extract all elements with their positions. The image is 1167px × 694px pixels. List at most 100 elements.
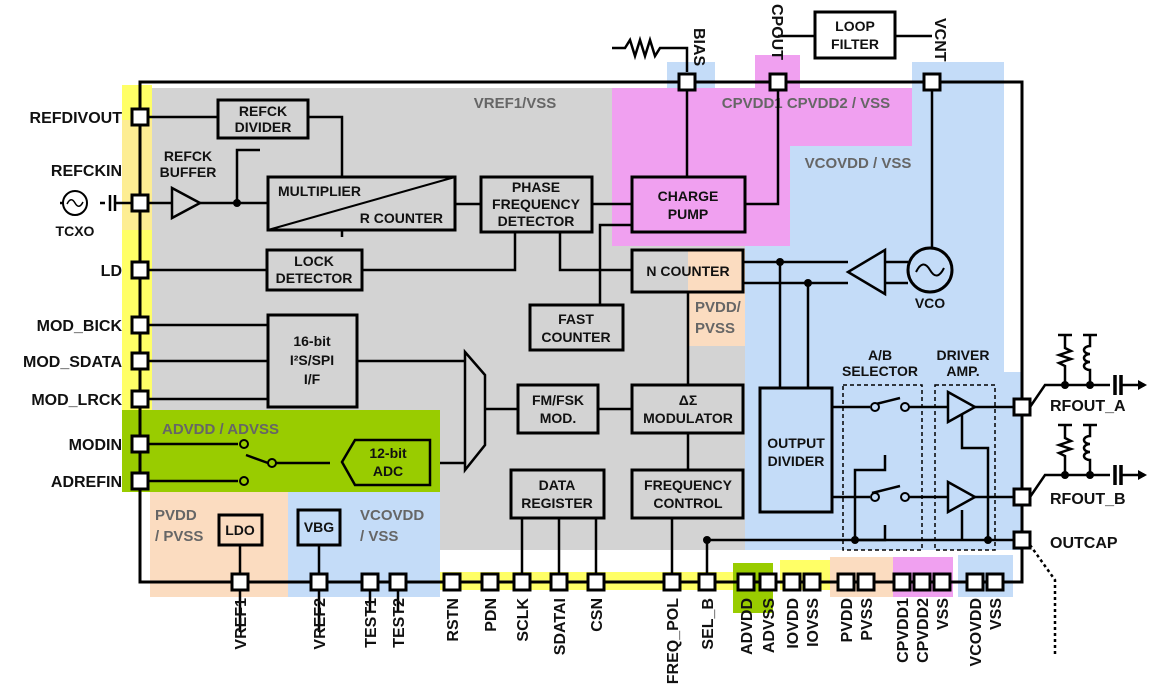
svg-text:MULTIPLIER: MULTIPLIER bbox=[278, 183, 361, 199]
pin-label: ADVSS bbox=[761, 598, 778, 653]
svg-text:ADC: ADC bbox=[373, 463, 403, 479]
svg-text:REFDIVOUT: REFDIVOUT bbox=[30, 110, 123, 127]
svg-text:ΔΣ: ΔΣ bbox=[679, 392, 697, 408]
svg-text:LDO: LDO bbox=[225, 522, 255, 538]
pin-vref1[interactable]: VREF1 bbox=[230, 572, 250, 650]
svg-text:RFOUT_B: RFOUT_B bbox=[1050, 491, 1126, 508]
domain-label-pvdd-n: PVDD/ bbox=[695, 299, 742, 316]
svg-text:OUTCAP: OUTCAP bbox=[1050, 535, 1118, 552]
pin-cpvdd1[interactable]: CPVDD1 bbox=[892, 572, 912, 663]
pin-sel-b[interactable]: SEL_B bbox=[697, 572, 717, 650]
svg-text:MOD_LRCK: MOD_LRCK bbox=[31, 392, 122, 409]
svg-text:BUFFER: BUFFER bbox=[160, 164, 217, 180]
domain-label-pvss-n: PVSS bbox=[695, 320, 735, 337]
pin-label: CPVDD1 bbox=[895, 598, 912, 663]
pin-adrefin[interactable]: ADREFIN bbox=[51, 471, 150, 491]
multiplier-r-counter-block: MULTIPLIER R COUNTER bbox=[266, 175, 457, 232]
svg-text:R COUNTER: R COUNTER bbox=[360, 210, 443, 226]
pin-vcovdd[interactable]: VCOVDD bbox=[965, 572, 985, 666]
pin-rstn[interactable]: RSTN bbox=[442, 572, 462, 642]
pin-label: VSS bbox=[988, 598, 1005, 630]
pin-mod-bick[interactable]: MOD_BICK bbox=[37, 315, 150, 335]
svg-text:REFCK: REFCK bbox=[239, 103, 287, 119]
domain-label-pvdd: PVDD bbox=[155, 507, 197, 524]
pin-label: CPVDD2 bbox=[915, 598, 932, 663]
pin-label: VREF2 bbox=[312, 598, 329, 650]
svg-text:DIVIDER: DIVIDER bbox=[768, 453, 825, 469]
pin-sdatai[interactable]: SDATAI bbox=[549, 572, 569, 655]
pin-label: ADVDD bbox=[739, 598, 756, 655]
i2s-spi-interface-block: 16-bit I²S/SPI I/F bbox=[266, 313, 359, 409]
pin-outcap[interactable]: OUTCAP bbox=[1012, 530, 1118, 552]
svg-text:VBG: VBG bbox=[304, 519, 334, 535]
svg-text:SELECTOR: SELECTOR bbox=[842, 363, 918, 379]
svg-text:LOOP: LOOP bbox=[835, 18, 875, 34]
pin-vss[interactable]: VSS bbox=[932, 572, 952, 630]
pin-iovdd[interactable]: IOVDD bbox=[782, 572, 802, 649]
pin-pvss[interactable]: PVSS bbox=[856, 572, 876, 641]
pin-csn[interactable]: CSN bbox=[586, 572, 606, 632]
pin-label: PVDD bbox=[839, 598, 856, 642]
svg-text:FREQUENCY: FREQUENCY bbox=[644, 477, 733, 493]
svg-text:12-bit: 12-bit bbox=[369, 445, 407, 461]
svg-text:MOD.: MOD. bbox=[540, 410, 577, 426]
pin-rfout-a[interactable]: RFOUT_A bbox=[1012, 397, 1126, 417]
pin-cpout[interactable]: CPOUT bbox=[768, 4, 788, 92]
pin-cpvdd2[interactable]: CPVDD2 bbox=[912, 572, 932, 663]
svg-text:CPOUT: CPOUT bbox=[768, 4, 785, 60]
charge-pump-block: CHARGE PUMP bbox=[630, 175, 747, 234]
pin-label: VREF1 bbox=[233, 598, 250, 650]
data-register-block: DATA REGISTER bbox=[509, 468, 606, 520]
pin-vref2[interactable]: VREF2 bbox=[309, 572, 329, 650]
pin-iovss[interactable]: IOVSS bbox=[802, 572, 822, 647]
svg-text:AMP.: AMP. bbox=[946, 363, 979, 379]
pin-advss[interactable]: ADVSS bbox=[758, 572, 778, 653]
refck-divider-block: REFCK DIVIDER bbox=[216, 98, 310, 140]
svg-text:DETECTOR: DETECTOR bbox=[276, 270, 353, 286]
domain-label-vcovdd: VCOVDD / VSS bbox=[805, 155, 912, 172]
pin-label: CSN bbox=[589, 598, 606, 632]
pin-freq-pol[interactable]: FREQ_POL bbox=[662, 572, 682, 684]
svg-text:CONTROL: CONTROL bbox=[653, 495, 723, 511]
domain-label-advdd: ADVDD / ADVSS bbox=[162, 421, 279, 438]
pin-label: SCLK bbox=[515, 598, 532, 642]
svg-text:FM/FSK: FM/FSK bbox=[532, 392, 584, 408]
svg-text:MOD_BICK: MOD_BICK bbox=[37, 318, 123, 335]
svg-text:REFCK: REFCK bbox=[164, 148, 212, 164]
fm-fsk-mod-block: FM/FSK MOD. bbox=[516, 383, 600, 435]
pin-vss[interactable]: VSS bbox=[985, 572, 1005, 630]
tcxo: TCXO bbox=[56, 190, 95, 239]
lock-detector-block: LOCK DETECTOR bbox=[265, 248, 364, 292]
svg-text:16-bit: 16-bit bbox=[293, 333, 331, 349]
svg-text:LD: LD bbox=[101, 263, 122, 280]
delta-sigma-modulator-block: ΔΣ MODULATOR bbox=[630, 383, 745, 435]
svg-text:PUMP: PUMP bbox=[668, 206, 708, 222]
pin-modin[interactable]: MODIN bbox=[69, 434, 150, 454]
pin-test2[interactable]: TEST2 bbox=[388, 572, 408, 648]
svg-text:REFCKIN: REFCKIN bbox=[51, 163, 122, 180]
pin-label: TEST1 bbox=[363, 598, 380, 648]
svg-text:MODULATOR: MODULATOR bbox=[643, 410, 733, 426]
svg-text:FREQUENCY: FREQUENCY bbox=[492, 196, 581, 212]
svg-text:MODIN: MODIN bbox=[69, 437, 122, 454]
adc-block: 12-bit ADC bbox=[340, 438, 432, 487]
loop-filter-block: LOOP FILTER bbox=[813, 10, 897, 60]
pin-label: RSTN bbox=[445, 598, 462, 642]
domain-label-vref1: VREF1/VSS bbox=[474, 95, 557, 112]
block-diagram: VREF1/VSS CPVDD1 CPVDD2 / VSS VCOVDD / V… bbox=[23, 4, 1147, 684]
svg-text:COUNTER: COUNTER bbox=[541, 329, 610, 345]
svg-text:A/B: A/B bbox=[868, 347, 892, 363]
pin-label: SEL_B bbox=[700, 598, 717, 650]
pin-test1[interactable]: TEST1 bbox=[360, 572, 380, 648]
svg-text:RFOUT_A: RFOUT_A bbox=[1050, 398, 1126, 415]
fast-counter-block: FAST COUNTER bbox=[528, 303, 625, 352]
pin-sclk[interactable]: SCLK bbox=[512, 572, 532, 642]
pin-label: PDN bbox=[483, 598, 500, 632]
pin-pvdd[interactable]: PVDD bbox=[836, 572, 856, 642]
pin-label: FREQ_POL bbox=[665, 598, 682, 684]
pin-rfout-b[interactable]: RFOUT_B bbox=[1012, 487, 1126, 508]
svg-text:ADREFIN: ADREFIN bbox=[51, 474, 122, 491]
svg-text:TCXO: TCXO bbox=[56, 223, 95, 239]
pin-pdn[interactable]: PDN bbox=[480, 572, 500, 632]
pin-advdd[interactable]: ADVDD bbox=[736, 572, 756, 655]
